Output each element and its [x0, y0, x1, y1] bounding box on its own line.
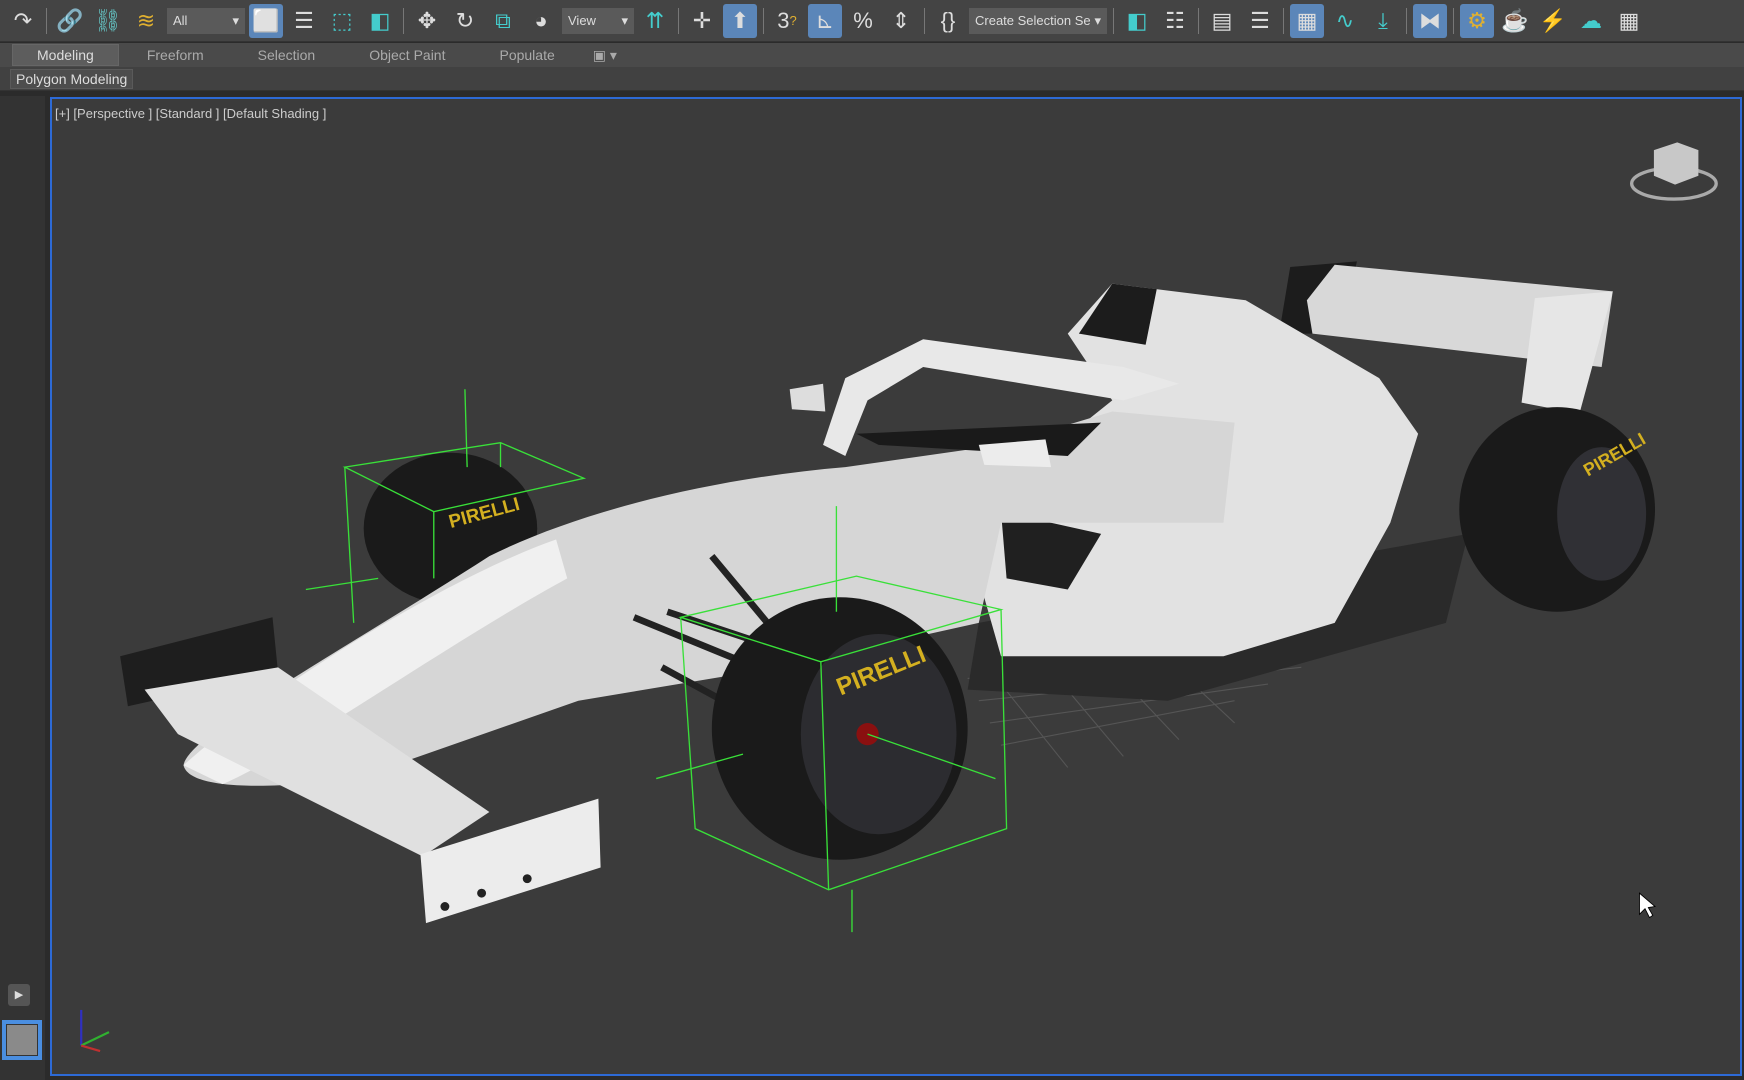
front-right-wheel: PIRELLI	[711, 597, 968, 860]
mouse-cursor	[1639, 892, 1657, 919]
axis-tripod	[80, 1009, 110, 1053]
rear-wheel: PIRELLI	[1459, 407, 1656, 612]
viewcube[interactable]	[1629, 142, 1718, 201]
car-scene: PIRELLI PIRELLI PIRELLI	[80, 142, 1718, 1053]
